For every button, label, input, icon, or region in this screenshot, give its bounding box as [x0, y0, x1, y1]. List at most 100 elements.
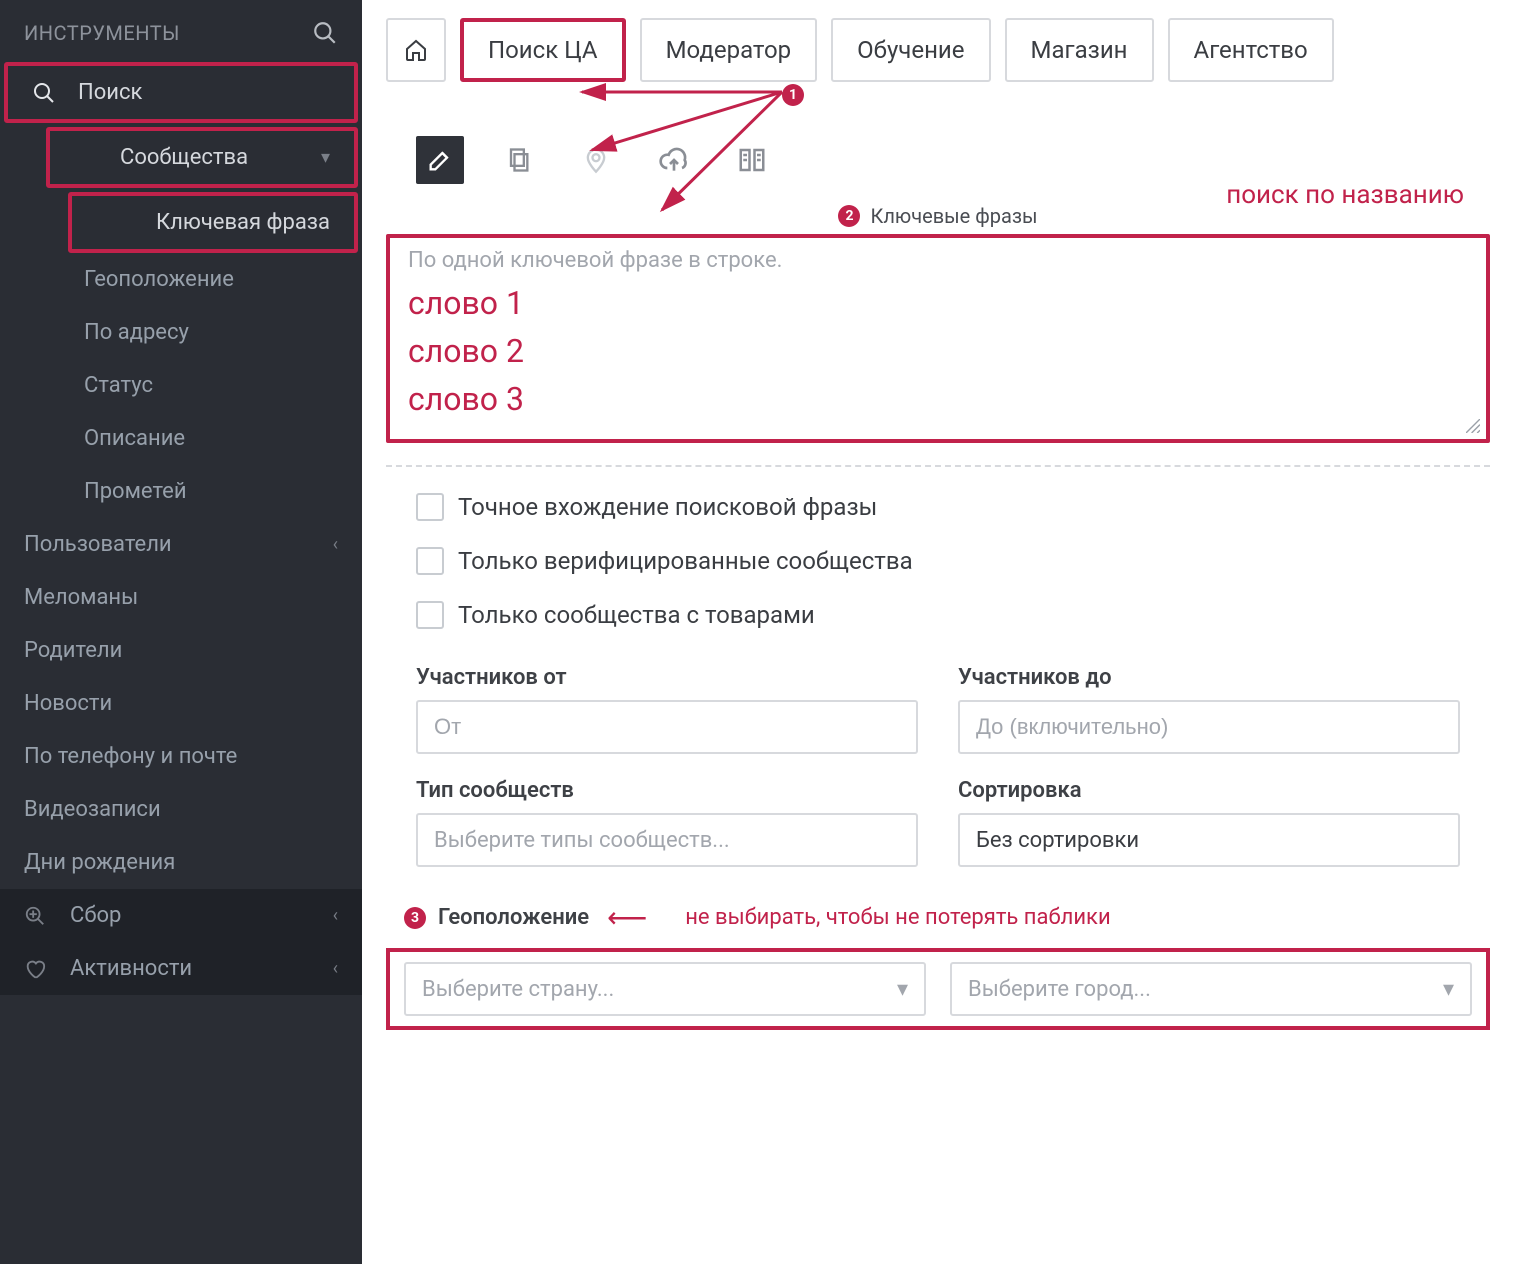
checkbox-with-goods[interactable]: Только сообщества с товарами [416, 601, 1490, 629]
sidebar-item-users[interactable]: Пользователи ‹ [0, 518, 362, 571]
sidebar-item-keyword[interactable]: Ключевая фраза [68, 192, 358, 253]
field-members-to: Участников до [958, 665, 1460, 754]
main-content: Поиск ЦА Модератор Обучение Магазин Аген… [362, 0, 1514, 1264]
sidebar-item-birthdays[interactable]: Дни рождения [0, 836, 362, 889]
sidebar: ИНСТРУМЕНТЫ Поиск Сообщества ▾ Ключевая … [0, 0, 362, 1264]
checkbox-label: Только сообщества с товарами [458, 601, 815, 629]
select-placeholder: Выберите типы сообществ... [434, 828, 730, 853]
geo-label: Геоположение [438, 905, 589, 930]
sidebar-item-parents[interactable]: Родители [0, 624, 362, 677]
select-placeholder: Выберите город... [968, 977, 1151, 1002]
toolbar-files[interactable] [494, 136, 542, 184]
toolbar-book[interactable] [728, 136, 776, 184]
sidebar-item-collect[interactable]: Сбор ‹ [0, 889, 362, 942]
toolbar-edit[interactable] [416, 136, 464, 184]
sidebar-item-label: Ключевая фраза [156, 210, 330, 235]
nav-label: Поиск ЦА [488, 36, 598, 64]
keyword-sample-2: слово 2 [408, 327, 1468, 375]
toolbar-cloud-upload[interactable] [650, 136, 698, 184]
keyword-placeholder: По одной ключевой фразе в строке. [408, 248, 1468, 273]
resize-handle-icon[interactable] [1466, 419, 1480, 433]
sidebar-item-geolocation[interactable]: Геоположение [0, 253, 362, 306]
sidebar-item-label: Пользователи [24, 532, 172, 557]
nav-home[interactable] [386, 18, 446, 82]
sidebar-title: ИНСТРУМЕНТЫ [24, 21, 180, 45]
nav-label: Модератор [666, 36, 792, 64]
sidebar-item-label: Родители [24, 638, 122, 663]
field-members-from: Участников от [416, 665, 918, 754]
sidebar-item-label: Описание [84, 426, 185, 451]
chevron-left-icon: ‹ [333, 905, 338, 926]
chevron-down-icon: ▾ [321, 147, 330, 168]
select-placeholder: Выберите страну... [422, 977, 614, 1002]
toolbar-location[interactable] [572, 136, 620, 184]
top-nav: Поиск ЦА Модератор Обучение Магазин Аген… [386, 18, 1490, 82]
sidebar-item-by-phone-mail[interactable]: По телефону и почте [0, 730, 362, 783]
sidebar-item-label: Поиск [78, 80, 142, 105]
field-label: Участников до [958, 665, 1460, 690]
sidebar-item-status[interactable]: Статус [0, 359, 362, 412]
filters-grid: Участников от Участников до Тип сообщест… [386, 655, 1490, 867]
sidebar-item-label: Активности [70, 956, 192, 981]
checkbox-exact[interactable]: Точное вхождение поисковой фразы [416, 493, 1490, 521]
checkbox-icon [416, 493, 444, 521]
sidebar-item-label: Новости [24, 691, 112, 716]
nav-training[interactable]: Обучение [831, 18, 990, 82]
checkbox-label: Точное вхождение поисковой фразы [458, 493, 877, 521]
sidebar-item-activities[interactable]: Активности ‹ [0, 942, 362, 995]
nav-moderator[interactable]: Модератор [640, 18, 818, 82]
checkbox-verified[interactable]: Только верифицированные сообщества [416, 547, 1490, 575]
sidebar-header: ИНСТРУМЕНТЫ [0, 20, 362, 62]
sort-select[interactable]: Без сортировки [958, 813, 1460, 867]
field-community-type: Тип сообществ Выберите типы сообществ... [416, 778, 918, 867]
sidebar-item-search[interactable]: Поиск [4, 62, 358, 123]
nav-shop[interactable]: Магазин [1005, 18, 1154, 82]
toolbar [386, 136, 1490, 184]
keyword-sample-1: слово 1 [408, 279, 1468, 327]
keyword-textarea[interactable]: По одной ключевой фразе в строке. слово … [386, 234, 1490, 443]
sidebar-item-videos[interactable]: Видеозаписи [0, 783, 362, 836]
annotation-title-hint: поиск по названию [1226, 180, 1464, 210]
checkbox-icon [416, 547, 444, 575]
sidebar-item-prometey[interactable]: Прометей [0, 465, 362, 518]
annotation-marker-3: 3 [404, 907, 426, 929]
nav-label: Обучение [857, 36, 964, 64]
caret-down-icon: ▾ [897, 977, 908, 1002]
sidebar-item-label: Сообщества [120, 145, 248, 170]
arrow-left-icon: ⟵ [607, 901, 647, 934]
geo-section-header: 3 Геоположение ⟵ не выбирать, чтобы не п… [386, 901, 1490, 934]
sidebar-item-label: Меломаны [24, 585, 138, 610]
community-type-select[interactable]: Выберите типы сообществ... [416, 813, 918, 867]
members-from-input[interactable] [416, 700, 918, 754]
sidebar-item-label: Статус [84, 373, 153, 398]
sidebar-item-communities[interactable]: Сообщества ▾ [46, 127, 358, 188]
nav-search-ta[interactable]: Поиск ЦА [460, 18, 626, 82]
members-to-input[interactable] [958, 700, 1460, 754]
field-sort: Сортировка Без сортировки [958, 778, 1460, 867]
annotation-marker-2: 2 [838, 205, 860, 227]
checkbox-label: Только верифицированные сообщества [458, 547, 913, 575]
sidebar-item-news[interactable]: Новости [0, 677, 362, 730]
geo-selects: Выберите страну... ▾ Выберите город... ▾ [386, 948, 1490, 1030]
sidebar-item-by-address[interactable]: По адресу [0, 306, 362, 359]
nav-agency[interactable]: Агентство [1168, 18, 1334, 82]
field-label: Сортировка [958, 778, 1460, 803]
city-select[interactable]: Выберите город... ▾ [950, 962, 1472, 1016]
country-select[interactable]: Выберите страну... ▾ [404, 962, 926, 1016]
separator [386, 465, 1490, 467]
chevron-left-icon: ‹ [333, 534, 338, 555]
sidebar-item-label: Дни рождения [24, 850, 175, 875]
sidebar-item-melomans[interactable]: Меломаны [0, 571, 362, 624]
chevron-left-icon: ‹ [333, 958, 338, 979]
annotation-geo-note: не выбирать, чтобы не потерять паблики [685, 905, 1110, 930]
sidebar-item-label: Прометей [84, 479, 187, 504]
select-value: Без сортировки [976, 828, 1139, 853]
caret-down-icon: ▾ [1443, 977, 1454, 1002]
sidebar-item-description[interactable]: Описание [0, 412, 362, 465]
zoom-in-icon [24, 905, 54, 927]
sidebar-item-label: Видеозаписи [24, 797, 161, 822]
search-icon [32, 81, 62, 105]
keyword-sample-3: слово 3 [408, 375, 1468, 423]
search-icon[interactable] [312, 20, 338, 46]
nav-label: Агентство [1194, 36, 1308, 64]
